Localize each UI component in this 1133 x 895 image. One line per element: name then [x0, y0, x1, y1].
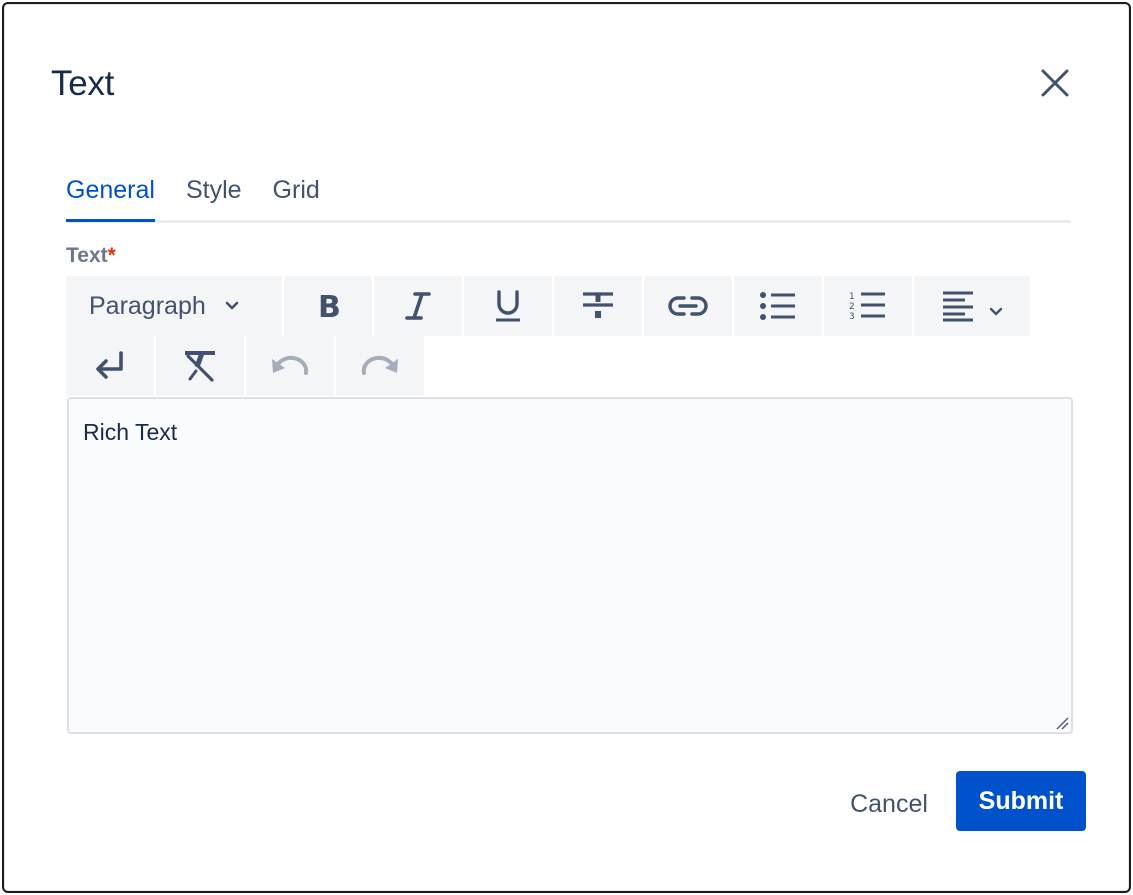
block-format-label: Paragraph	[89, 291, 206, 320]
required-mark: *	[107, 244, 116, 267]
cancel-button[interactable]: Cancel	[830, 774, 948, 834]
tab-grid[interactable]: Grid	[273, 172, 320, 216]
italic-button[interactable]	[374, 276, 462, 336]
text-field-label: Text*	[66, 244, 116, 268]
submit-button[interactable]: Submit	[956, 771, 1086, 831]
rich-text-editor[interactable]: Rich Text	[67, 397, 1073, 734]
svg-text:3: 3	[849, 312, 855, 322]
underline-icon	[494, 289, 522, 323]
svg-text:1: 1	[849, 292, 855, 302]
resize-handle-icon[interactable]	[1055, 716, 1069, 730]
clear-formatting-icon	[182, 349, 218, 383]
block-format-dropdown[interactable]: Paragraph	[66, 276, 282, 336]
rich-text-toolbar: Paragraph B 1 2 3	[66, 276, 1036, 396]
close-icon	[1040, 68, 1070, 98]
dialog-title: Text	[51, 64, 114, 103]
bold-icon: B	[314, 289, 342, 323]
tab-general[interactable]: General	[66, 172, 155, 222]
redo-button[interactable]	[336, 336, 424, 396]
link-icon	[668, 294, 708, 318]
svg-text:B: B	[318, 290, 341, 323]
tab-style[interactable]: Style	[186, 172, 242, 216]
editor-content[interactable]: Rich Text	[83, 419, 177, 446]
tab-bar: General Style Grid	[66, 172, 1071, 223]
chevron-down-icon	[989, 306, 1003, 318]
bold-button[interactable]: B	[284, 276, 372, 336]
link-button[interactable]	[644, 276, 732, 336]
text-dialog: Text General Style Grid Text* Paragraph …	[2, 2, 1131, 893]
line-break-icon	[94, 350, 126, 382]
bullet-list-button[interactable]	[734, 276, 822, 336]
numbered-list-button[interactable]: 123	[824, 276, 912, 336]
strikethrough-icon	[581, 291, 615, 321]
align-left-icon	[941, 290, 975, 322]
undo-button[interactable]	[246, 336, 334, 396]
line-break-button[interactable]	[66, 336, 154, 396]
alignment-dropdown[interactable]	[914, 276, 1030, 336]
strikethrough-button[interactable]	[554, 276, 642, 336]
numbered-list-icon: 123	[849, 289, 887, 323]
close-button[interactable]	[1034, 62, 1076, 104]
italic-icon	[404, 291, 432, 321]
bullet-list-icon	[759, 291, 797, 321]
svg-text:2: 2	[849, 302, 855, 312]
underline-button[interactable]	[464, 276, 552, 336]
chevron-down-icon	[224, 298, 240, 314]
redo-icon	[360, 353, 400, 379]
field-label-text: Text	[66, 244, 108, 267]
clear-formatting-button[interactable]	[156, 336, 244, 396]
undo-icon	[270, 353, 310, 379]
